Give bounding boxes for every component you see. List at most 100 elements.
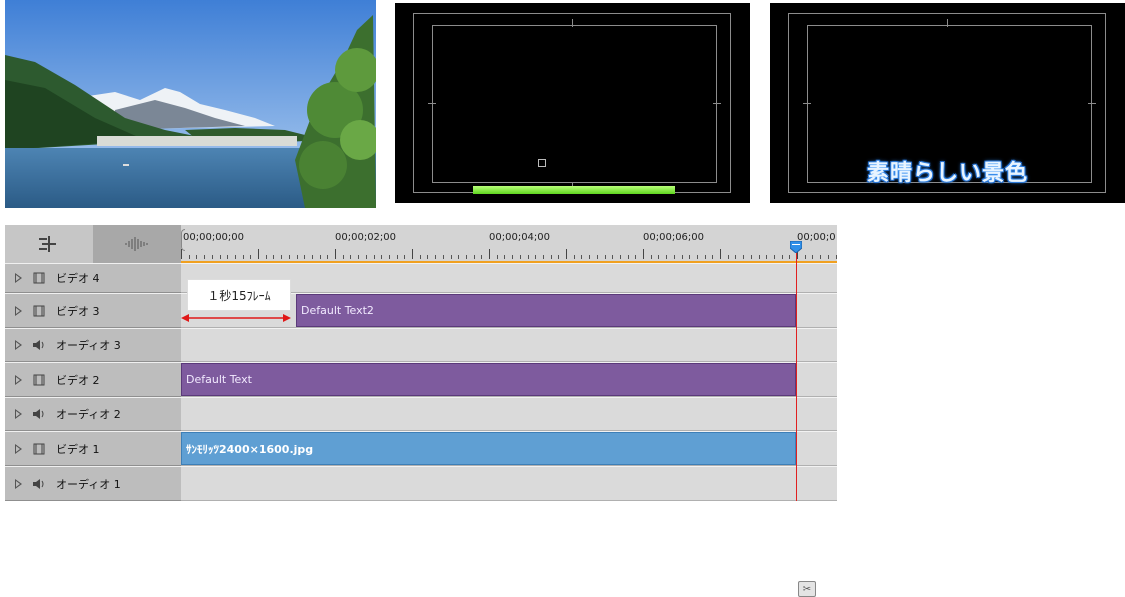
timeline-toolbar xyxy=(5,225,181,263)
ruler-tick xyxy=(281,255,283,259)
ruler-tick xyxy=(704,255,706,259)
expand-triangle-icon[interactable] xyxy=(15,478,22,489)
track-settings-button[interactable] xyxy=(5,225,93,263)
title-preview-with-text: 素晴らしい景色 xyxy=(770,3,1125,203)
ruler-tick xyxy=(219,255,221,259)
clip-image-file[interactable]: ｻﾝﾓﾘｯﾂ2400×1600.jpg xyxy=(181,432,796,465)
ruler-tick xyxy=(211,255,213,259)
ruler-label-6s: 00;00;06;00 xyxy=(643,232,705,243)
ruler-tick xyxy=(535,255,537,259)
film-icon xyxy=(32,443,46,455)
ruler-tick xyxy=(465,255,467,259)
ruler-tick xyxy=(311,255,313,259)
ruler-tick xyxy=(743,255,745,259)
ruler-tick xyxy=(727,255,729,259)
timeline-panel: ビデオ 4 ビデオ 3 オーディオ 3 ビデオ 2 オーディオ 2 ビデオ 1 xyxy=(5,225,837,597)
lane-video-2[interactable]: Default Text xyxy=(181,362,837,397)
ruler-tick xyxy=(681,255,683,259)
ruler-tick xyxy=(504,255,506,259)
track-header-video-1[interactable]: ビデオ 1 xyxy=(5,431,181,466)
ruler-tick xyxy=(773,255,775,259)
ruler-tick xyxy=(427,255,429,259)
ruler-tick xyxy=(643,249,644,259)
lane-video-1[interactable]: ｻﾝﾓﾘｯﾂ2400×1600.jpg xyxy=(181,431,837,466)
ruler-tick xyxy=(304,255,306,259)
expand-triangle-icon[interactable] xyxy=(15,305,22,316)
track-header-video-3[interactable]: ビデオ 3 xyxy=(5,293,181,328)
ruler-tick xyxy=(781,255,783,259)
duration-arrow xyxy=(181,314,291,322)
ruler-tick xyxy=(288,255,290,259)
ruler-tick xyxy=(496,255,498,259)
track-label: オーディオ 3 xyxy=(56,339,121,352)
clip-default-text2[interactable]: Default Text2 xyxy=(296,294,796,327)
ruler-tick xyxy=(766,255,768,259)
ruler-tick xyxy=(604,255,606,259)
center-mark-left xyxy=(803,103,811,104)
ruler-tick xyxy=(365,255,367,259)
clip-default-text[interactable]: Default Text xyxy=(181,363,796,396)
track-label: ビデオ 2 xyxy=(56,373,100,387)
ruler-tick xyxy=(696,255,698,259)
expand-triangle-icon[interactable] xyxy=(15,409,22,419)
lake-mountain-photo xyxy=(5,0,380,208)
time-ruler[interactable]: 00;00;00;00 00;00;02;00 00;00;04;00 00;0… xyxy=(181,225,837,263)
film-icon xyxy=(32,305,46,317)
expand-triangle-icon[interactable] xyxy=(15,273,22,283)
audio-waveform-button[interactable] xyxy=(93,225,181,263)
ruler-tick xyxy=(820,255,822,259)
center-mark-top xyxy=(947,19,948,27)
ruler-tick xyxy=(566,249,567,259)
ruler-tick xyxy=(650,255,652,259)
track-header-audio-1[interactable]: オーディオ 1 xyxy=(5,466,181,501)
lane-audio-2[interactable]: ✂ xyxy=(181,397,837,597)
ruler-tick xyxy=(373,255,375,259)
ruler-tick xyxy=(619,255,621,259)
expand-triangle-icon[interactable] xyxy=(15,374,22,385)
ruler-tick xyxy=(450,255,452,259)
track-header-audio-3[interactable]: オーディオ 3 xyxy=(5,328,181,362)
track-label: ビデオ 3 xyxy=(56,304,100,318)
ruler-tick xyxy=(265,255,267,259)
title-preview-empty xyxy=(395,3,750,203)
ruler-tick xyxy=(573,255,575,259)
lane-audio-3[interactable] xyxy=(181,328,837,362)
speaker-icon xyxy=(32,339,46,351)
ruler-tick xyxy=(327,255,329,259)
track-header-video-4[interactable]: ビデオ 4 xyxy=(5,263,181,293)
expand-triangle-icon[interactable] xyxy=(15,443,22,454)
ruler-tick xyxy=(758,255,760,259)
timeline-tracks-area: 00;00;00;00 00;00;02;00 00;00;04;00 00;0… xyxy=(181,225,837,597)
ruler-tick xyxy=(827,255,829,259)
ruler-tick xyxy=(396,255,398,259)
track-header-video-2[interactable]: ビデオ 2 xyxy=(5,362,181,397)
track-header-audio-2[interactable]: オーディオ 2 xyxy=(5,397,181,431)
lane-audio-1[interactable] xyxy=(181,466,837,501)
ruler-tick xyxy=(234,255,236,259)
ruler-tick xyxy=(350,255,352,259)
scissors-icon[interactable]: ✂ xyxy=(798,581,816,597)
ruler-tick xyxy=(419,255,421,259)
ruler-tick xyxy=(666,255,668,259)
ruler-label-4s: 00;00;04;00 xyxy=(489,232,551,243)
ruler-tick xyxy=(358,255,360,259)
playhead-handle[interactable] xyxy=(790,241,802,253)
ruler-tick xyxy=(458,255,460,259)
ruler-tick xyxy=(296,255,298,259)
center-mark-top xyxy=(572,19,573,27)
ruler-tick xyxy=(404,255,406,259)
text-selection-bar xyxy=(473,186,675,194)
speaker-icon xyxy=(32,478,46,490)
ruler-tick xyxy=(735,255,737,259)
track-label: ビデオ 1 xyxy=(56,442,100,456)
waveform-icon xyxy=(125,237,148,251)
duration-annotation: １秒15ﾌﾚｰﾑ xyxy=(187,279,291,311)
ruler-tick xyxy=(542,255,544,259)
ruler-tick xyxy=(627,255,629,259)
text-cursor-handle[interactable] xyxy=(538,159,546,167)
ruler-tick xyxy=(319,255,321,259)
ruler-tick xyxy=(342,255,344,259)
source-photo-thumbnail xyxy=(5,0,380,208)
expand-triangle-icon[interactable] xyxy=(15,340,22,350)
preview-title-text: 素晴らしい景色 xyxy=(866,160,1028,186)
